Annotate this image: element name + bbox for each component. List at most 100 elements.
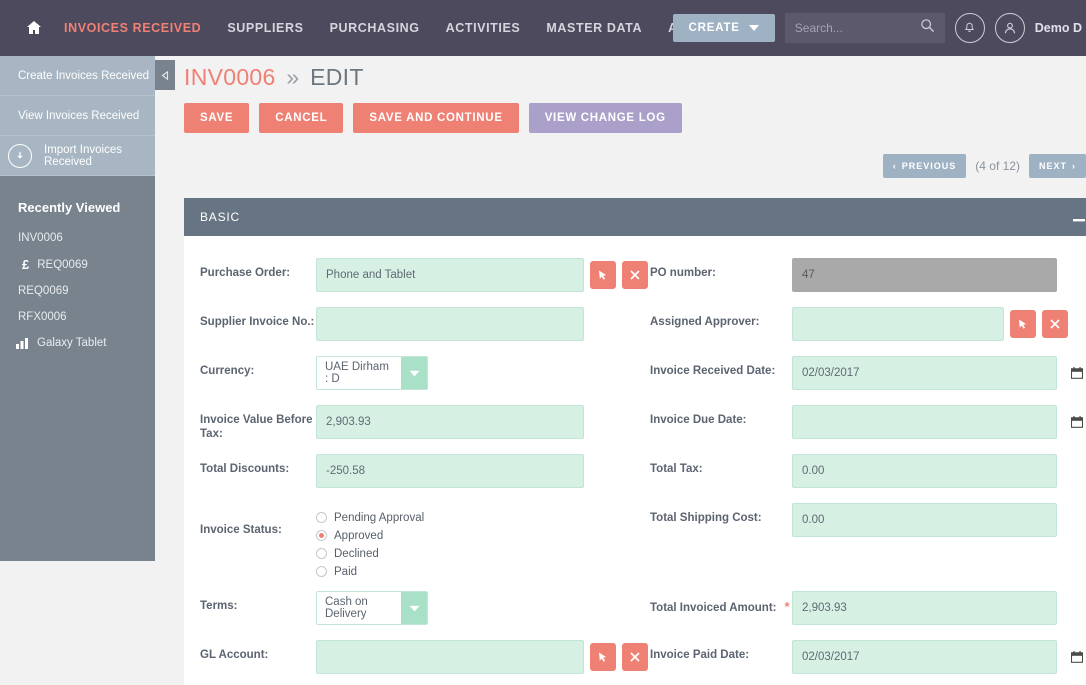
field-label: Currency: bbox=[200, 365, 255, 377]
basic-panel-title: BASIC bbox=[200, 210, 241, 224]
field-invoice-value-before-tax: Invoice Value Before Tax: 2,903.93 bbox=[184, 401, 642, 450]
field-label: Total Tax: bbox=[650, 463, 703, 475]
top-navigation-right: CREATE Demo D bbox=[672, 0, 1086, 56]
recent-item-label: REQ0069 bbox=[18, 285, 69, 297]
search-icon[interactable] bbox=[920, 18, 935, 38]
radio-icon-selected bbox=[316, 530, 327, 541]
purchase-order-picker-icon[interactable] bbox=[590, 261, 616, 289]
nav-link-activities[interactable]: ACTIVITIES bbox=[446, 21, 521, 35]
radio-icon bbox=[316, 512, 327, 523]
field-label: Total Invoiced Amount: * bbox=[642, 587, 792, 615]
chevron-down-icon[interactable] bbox=[401, 357, 427, 389]
field-invoice-paid-date: Invoice Paid Date: 02/03/2017 bbox=[642, 636, 1086, 685]
currency-select-value: UAE Dirham : D bbox=[317, 357, 401, 389]
calendar-icon[interactable] bbox=[1070, 367, 1084, 382]
field-label: Invoice Due Date: bbox=[650, 414, 747, 426]
previous-record-button[interactable]: ‹ PREVIOUS bbox=[882, 154, 967, 178]
search-box[interactable] bbox=[784, 13, 945, 43]
pager-count: (4 of 12) bbox=[975, 159, 1020, 173]
nav-link-suppliers[interactable]: SUPPLIERS bbox=[227, 21, 303, 35]
next-record-button[interactable]: NEXT › bbox=[1028, 154, 1086, 178]
basic-panel-header: BASIC bbox=[184, 198, 1086, 236]
invoice-received-date-input[interactable]: 02/03/2017 bbox=[792, 356, 1057, 390]
radio-declined[interactable]: Declined bbox=[316, 545, 424, 562]
sidebar-item-label: Create Invoices Received bbox=[18, 69, 150, 82]
radio-approved[interactable]: Approved bbox=[316, 527, 424, 544]
action-button-row: SAVE CANCEL SAVE AND CONTINUE VIEW CHANG… bbox=[155, 91, 1086, 133]
field-label: Terms: bbox=[200, 600, 238, 612]
invoice-due-date-input[interactable] bbox=[792, 405, 1057, 439]
basic-panel-body: Purchase Order: Phone and Tablet Supplie… bbox=[184, 236, 1086, 685]
field-label: Invoice Value Before Tax: bbox=[200, 414, 313, 441]
field-assigned-approver: Assigned Approver: bbox=[642, 303, 1086, 352]
invoice-value-before-tax-input[interactable]: 2,903.93 bbox=[316, 405, 584, 439]
username-label[interactable]: Demo D bbox=[1035, 21, 1082, 35]
sidebar-collapse-toggle[interactable] bbox=[155, 60, 175, 90]
recent-item-req0069-currency[interactable]: £ REQ0069 bbox=[0, 251, 155, 278]
radio-label: Pending Approval bbox=[334, 511, 425, 524]
sidebar-item-view-invoices-received[interactable]: View Invoices Received bbox=[0, 96, 155, 136]
field-label: GL Account: bbox=[200, 649, 269, 661]
create-button-label: CREATE bbox=[688, 22, 740, 34]
nav-link-purchasing[interactable]: PURCHASING bbox=[330, 21, 420, 35]
sidebar: Create Invoices Received View Invoices R… bbox=[0, 56, 155, 561]
search-input[interactable] bbox=[794, 21, 920, 35]
total-tax-input[interactable]: 0.00 bbox=[792, 454, 1057, 488]
save-button[interactable]: SAVE bbox=[184, 103, 250, 133]
invoice-paid-date-input[interactable]: 02/03/2017 bbox=[792, 640, 1057, 674]
home-icon[interactable] bbox=[26, 20, 42, 36]
save-and-continue-button[interactable]: SAVE AND CONTINUE bbox=[353, 103, 519, 133]
field-label: Invoice Status: bbox=[200, 524, 282, 536]
calendar-icon[interactable] bbox=[1070, 651, 1084, 666]
radio-pending-approval[interactable]: Pending Approval bbox=[316, 509, 424, 526]
recent-item-req0069[interactable]: REQ0069 bbox=[0, 278, 155, 304]
cancel-button[interactable]: CANCEL bbox=[259, 103, 344, 133]
nav-links: INVOICES RECEIVED SUPPLIERS PURCHASING A… bbox=[64, 21, 694, 35]
page-title-mode: EDIT bbox=[310, 64, 364, 90]
record-pager: ‹ PREVIOUS (4 of 12) NEXT › bbox=[882, 154, 1086, 178]
user-avatar-button[interactable] bbox=[994, 13, 1025, 43]
terms-select[interactable]: Cash on Delivery bbox=[316, 591, 428, 625]
download-circle-icon bbox=[8, 143, 32, 168]
assigned-approver-picker-icon[interactable] bbox=[1010, 310, 1036, 338]
supplier-invoice-no-input[interactable] bbox=[316, 307, 584, 341]
create-button[interactable]: CREATE bbox=[672, 14, 775, 42]
field-terms: Terms: Cash on Delivery bbox=[184, 587, 642, 636]
panel-collapse-icon[interactable] bbox=[1073, 210, 1085, 225]
notifications-button[interactable] bbox=[954, 13, 985, 43]
nav-link-master-data[interactable]: MASTER DATA bbox=[546, 21, 642, 35]
field-po-number: PO number: 47 bbox=[642, 254, 1086, 303]
recent-item-inv0006[interactable]: INV0006 bbox=[0, 225, 155, 251]
field-label: Purchase Order: bbox=[200, 267, 291, 279]
total-invoiced-amount-input[interactable]: 2,903.93 bbox=[792, 591, 1057, 625]
page-title-record-id: INV0006 bbox=[184, 64, 276, 90]
field-invoice-status: Invoice Status: Pending Approval Approve… bbox=[184, 499, 642, 587]
nav-link-invoices-received[interactable]: INVOICES RECEIVED bbox=[64, 21, 201, 35]
chevron-right-icon: › bbox=[1072, 161, 1076, 171]
field-label: Invoice Paid Date: bbox=[650, 649, 750, 661]
gl-account-picker-icon[interactable] bbox=[590, 643, 616, 671]
radio-paid[interactable]: Paid bbox=[316, 563, 424, 580]
sidebar-item-create-invoices-received[interactable]: Create Invoices Received bbox=[0, 56, 155, 96]
view-change-log-button[interactable]: VIEW CHANGE LOG bbox=[528, 103, 682, 133]
recent-item-galaxy-tablet[interactable]: Galaxy Tablet bbox=[0, 330, 155, 356]
chevron-down-icon[interactable] bbox=[401, 592, 427, 624]
field-label: Total Discounts: bbox=[200, 463, 290, 475]
currency-select[interactable]: UAE Dirham : D bbox=[316, 356, 428, 390]
total-discounts-input[interactable]: -250.58 bbox=[316, 454, 584, 488]
field-purchase-order: Purchase Order: Phone and Tablet bbox=[184, 254, 648, 303]
top-navigation-bar: INVOICES RECEIVED SUPPLIERS PURCHASING A… bbox=[0, 0, 1086, 56]
field-invoice-due-date: Invoice Due Date: bbox=[642, 401, 1086, 450]
field-invoice-received-date: Invoice Received Date: 02/03/2017 bbox=[642, 352, 1086, 401]
gl-account-input[interactable] bbox=[316, 640, 584, 674]
calendar-icon[interactable] bbox=[1070, 416, 1084, 431]
basic-panel: BASIC Purchase Order: Phone and Tablet S… bbox=[184, 198, 1086, 685]
field-total-shipping-cost: Total Shipping Cost: 0.00 bbox=[642, 499, 1086, 587]
recent-item-rfx0006[interactable]: RFX0006 bbox=[0, 304, 155, 330]
total-shipping-cost-input[interactable]: 0.00 bbox=[792, 503, 1057, 537]
purchase-order-input[interactable]: Phone and Tablet bbox=[316, 258, 584, 292]
assigned-approver-input[interactable] bbox=[792, 307, 1004, 341]
sidebar-item-import-invoices-received[interactable]: Import Invoices Received bbox=[0, 136, 155, 176]
assigned-approver-clear-icon[interactable] bbox=[1042, 310, 1068, 338]
sidebar-item-label: View Invoices Received bbox=[18, 109, 140, 122]
